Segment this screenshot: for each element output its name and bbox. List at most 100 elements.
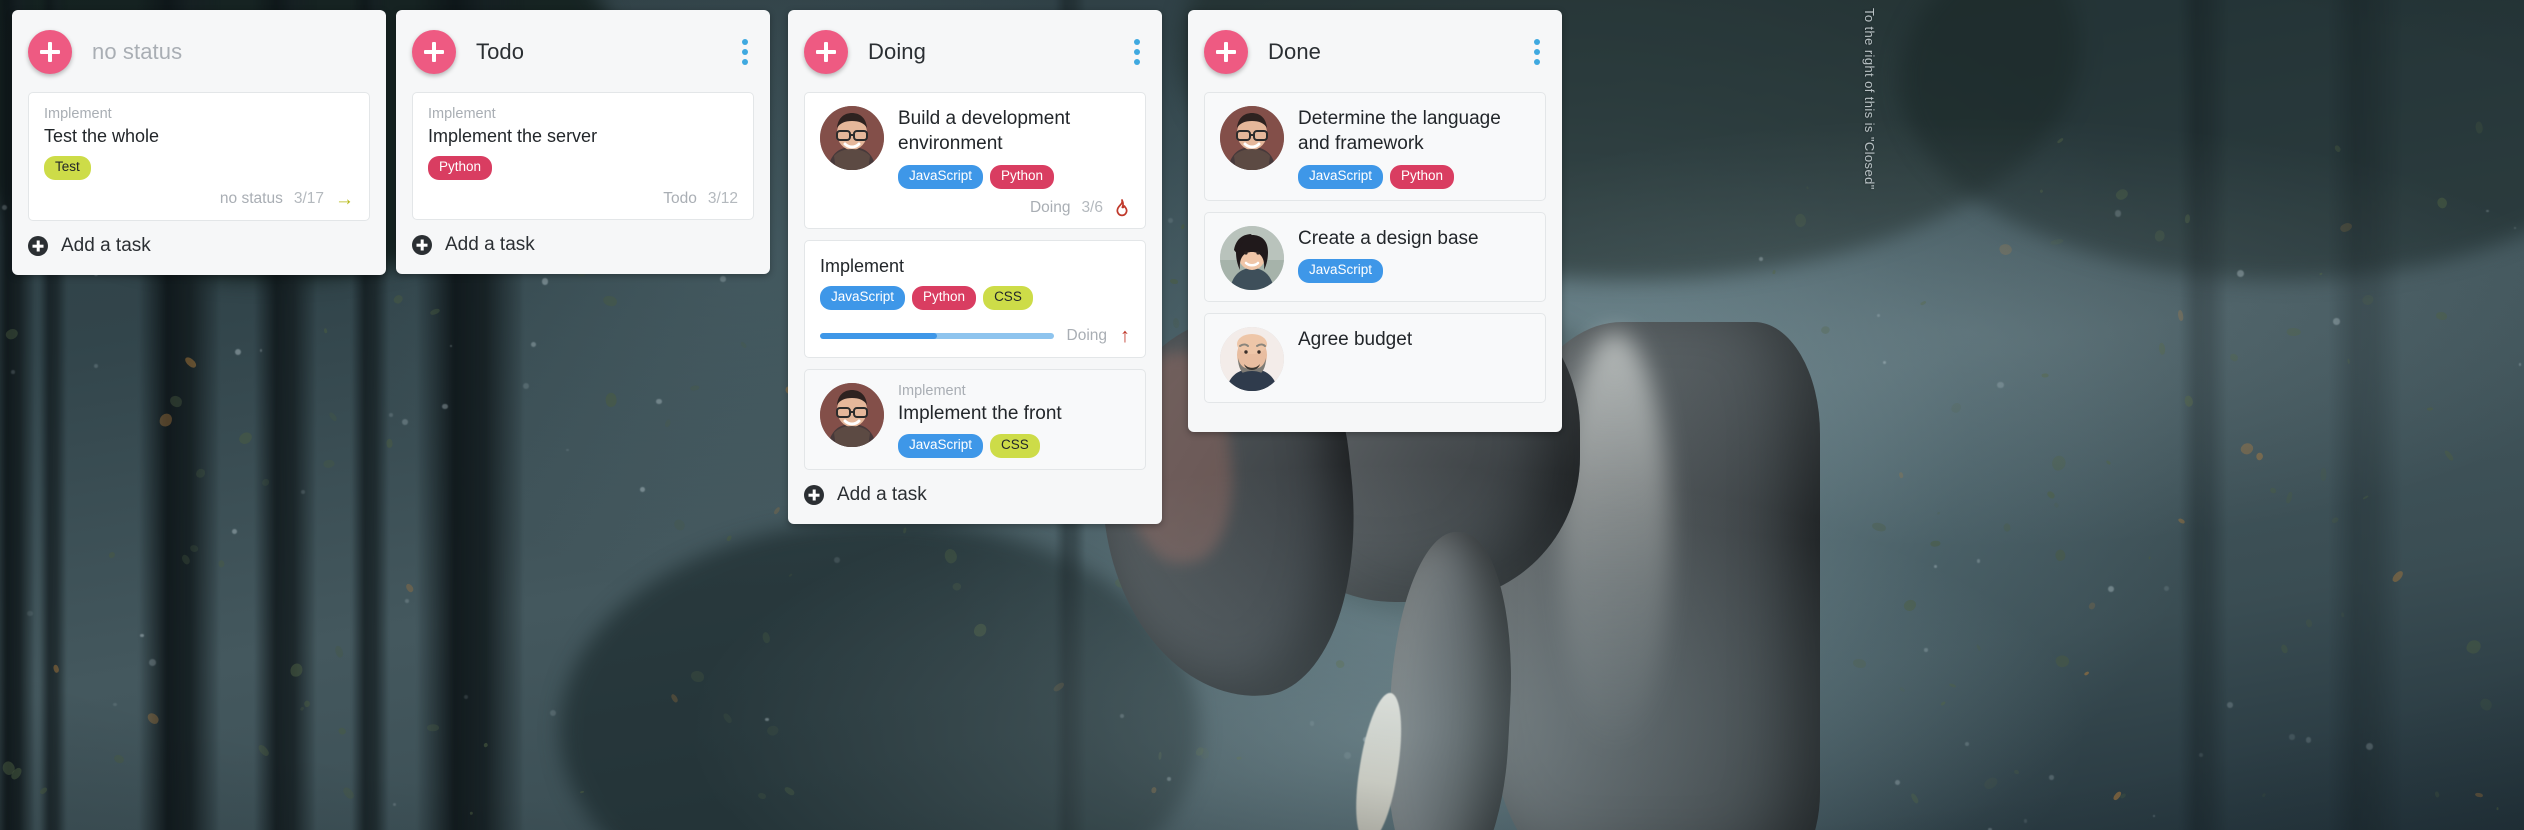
add-card-fab-button-todo[interactable] xyxy=(412,30,456,74)
plus-circle-icon xyxy=(412,234,432,255)
avatar[interactable] xyxy=(1220,225,1284,290)
task-card-row: Implement Implement the front JavaScript CS… xyxy=(820,382,1130,459)
add-a-task-button[interactable]: Add a task xyxy=(804,484,1146,506)
task-card-row: Implement Test the whole Test xyxy=(44,106,354,180)
task-tag-list: JavaScript Python CSS xyxy=(820,285,1130,310)
task-title: Test the whole xyxy=(44,126,160,146)
task-card-row: Agree budget xyxy=(1220,326,1530,391)
task-card-footer: Doing 3/6 xyxy=(820,199,1130,217)
task-card[interactable]: Implement Implement the server Python Todo 3… xyxy=(412,92,754,220)
kanban-column-doing: Doing Build a development environment Jav… xyxy=(788,10,1162,525)
task-card[interactable]: Build a development environment JavaScrip… xyxy=(804,92,1146,229)
add-a-task-button[interactable]: Add a task xyxy=(28,235,370,257)
task-tag-list: JavaScript Python xyxy=(898,164,1130,189)
arrow-up-icon[interactable]: ↑ xyxy=(1120,326,1130,346)
task-card-body: Implement Implement the server Python xyxy=(428,106,738,180)
task-tag[interactable]: Python xyxy=(428,156,493,180)
kanban-board: no status Implement Test the whole Test no … xyxy=(0,0,2524,830)
task-card-row: Implement JavaScript Python CSS xyxy=(820,254,1130,310)
task-tag[interactable]: Python xyxy=(912,285,977,310)
arrow-right-icon[interactable]: → xyxy=(335,190,354,209)
avatar[interactable] xyxy=(1220,326,1284,391)
task-card[interactable]: Implement Implement the front JavaScript CS… xyxy=(804,368,1146,471)
task-title: Agree budget xyxy=(1298,328,1413,350)
task-tag[interactable]: JavaScript xyxy=(1298,164,1384,189)
task-status-label: no status xyxy=(219,190,283,208)
column-title-doing: Doing xyxy=(868,39,926,64)
task-card[interactable]: Agree budget xyxy=(1204,312,1546,403)
menu-dot-icon xyxy=(1134,39,1140,45)
column-card-list: Implement Implement the server Python Todo 3… xyxy=(412,92,754,220)
menu-dot-icon xyxy=(1134,59,1140,65)
avatar[interactable] xyxy=(820,106,884,170)
add-card-fab-button-done[interactable] xyxy=(1204,30,1248,74)
task-card-body: Agree budget xyxy=(1298,327,1530,360)
avatar[interactable] xyxy=(820,382,884,447)
task-tag-list: JavaScript Python xyxy=(1298,164,1530,189)
column-header: Todo xyxy=(412,22,754,82)
task-count-label: 3/6 xyxy=(1081,198,1103,216)
task-card[interactable]: Determine the language and framework Java… xyxy=(1204,92,1546,201)
column-menu-button-todo[interactable] xyxy=(736,35,754,69)
task-card-body: Implement Implement the front JavaScript CS… xyxy=(898,382,1130,459)
column-title-todo: Todo xyxy=(476,39,525,64)
task-status-label: Doing xyxy=(1029,198,1071,216)
add-card-fab-button-no-status[interactable] xyxy=(28,30,72,74)
column-menu-button-done[interactable] xyxy=(1528,35,1546,69)
avatar[interactable] xyxy=(1220,106,1284,170)
task-card-body: Implement JavaScript Python CSS xyxy=(820,254,1130,310)
task-count-label: 3/12 xyxy=(707,189,738,207)
menu-dot-icon xyxy=(1534,39,1540,45)
task-title: Create a design base xyxy=(1298,227,1479,249)
task-tag[interactable]: Test xyxy=(44,156,91,180)
task-card-row: Build a development environment JavaScrip… xyxy=(820,106,1130,189)
add-card-fab-button-doing[interactable] xyxy=(804,30,848,74)
task-progress-bar xyxy=(820,332,1054,339)
task-card[interactable]: Implement Test the whole Test no status 3/17… xyxy=(28,92,370,221)
task-tag[interactable]: JavaScript xyxy=(1298,259,1384,284)
menu-dot-icon xyxy=(742,59,748,65)
kanban-column-done: Done Determine the language and framewor… xyxy=(1188,10,1562,432)
task-card-body: Determine the language and framework Java… xyxy=(1298,106,1530,189)
task-title: Implement xyxy=(820,255,905,276)
task-tag[interactable]: Python xyxy=(1390,164,1455,189)
bald-bearded-man-avatar xyxy=(1220,326,1284,391)
task-title: Build a development environment xyxy=(898,108,1071,155)
task-card-footer: no status 3/17 → xyxy=(44,190,354,209)
plus-circle-icon xyxy=(28,235,48,256)
task-tag[interactable]: JavaScript xyxy=(820,285,906,310)
column-card-list: Determine the language and framework Java… xyxy=(1204,92,1546,403)
task-card[interactable]: Implement JavaScript Python CSS Doing ↑ xyxy=(804,239,1146,358)
menu-dot-icon xyxy=(742,39,748,45)
kanban-column-no-status: no status Implement Test the whole Test no … xyxy=(12,10,386,275)
task-tag[interactable]: Python xyxy=(990,164,1055,189)
man-glasses-avatar xyxy=(820,382,884,447)
task-tag[interactable]: JavaScript xyxy=(898,434,984,459)
task-status-label: Todo xyxy=(663,189,697,207)
column-card-list: Build a development environment JavaScrip… xyxy=(804,92,1146,471)
task-card-row: Create a design base JavaScript xyxy=(1220,225,1530,290)
column-menu-button-doing[interactable] xyxy=(1128,35,1146,69)
task-progress-status: Doing xyxy=(1066,326,1108,344)
task-progress-row: Doing ↑ xyxy=(820,326,1130,346)
add-a-task-label: Add a task xyxy=(445,233,535,255)
menu-dot-icon xyxy=(1534,59,1540,65)
closed-column-hint: To the right of this is "Closed" xyxy=(1862,8,1877,190)
task-title: Implement the front xyxy=(898,402,1062,424)
task-tag[interactable]: CSS xyxy=(990,434,1040,459)
column-title-no-status: no status xyxy=(92,39,183,64)
task-card-footer: Todo 3/12 xyxy=(428,190,738,208)
task-parent-label: Implement xyxy=(428,106,496,122)
task-tag[interactable]: JavaScript xyxy=(898,164,984,189)
man-glasses-avatar xyxy=(820,106,884,170)
flame-icon xyxy=(1116,198,1128,216)
add-a-task-button[interactable]: Add a task xyxy=(412,234,754,256)
task-tag[interactable]: CSS xyxy=(983,285,1033,310)
task-parent-label: Implement xyxy=(898,382,966,399)
column-header: Done xyxy=(1204,22,1546,82)
task-card-row: Implement Implement the server Python xyxy=(428,106,738,180)
task-card-body: Implement Test the whole Test xyxy=(44,106,354,180)
task-tag-list: Python xyxy=(428,156,738,180)
task-card[interactable]: Create a design base JavaScript xyxy=(1204,211,1546,302)
column-header: Doing xyxy=(804,22,1146,82)
